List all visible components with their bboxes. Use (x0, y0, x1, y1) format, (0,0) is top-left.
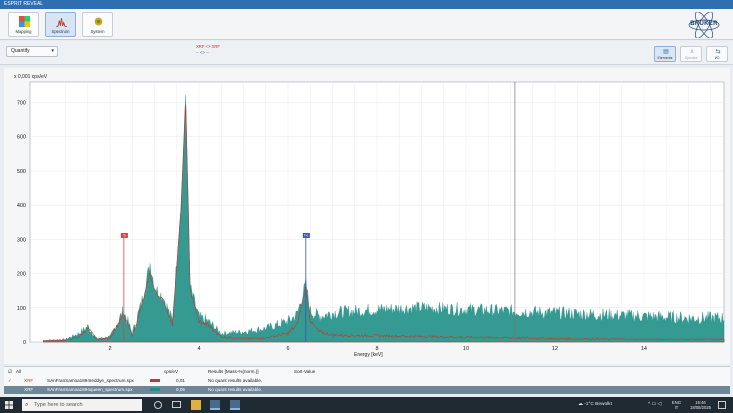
row-value: 0,01 (176, 378, 185, 383)
results-panel: ☑ All cps/eV Results [Mass-%(norm.)] Sor… (4, 366, 730, 394)
esprit-window-icon[interactable] (230, 400, 240, 410)
spectrum-label: Spectrum (51, 29, 70, 34)
mapping-icon (19, 16, 30, 27)
x-tick-label: 2 (109, 346, 112, 352)
elements-button[interactable]: ▤ Elements (654, 46, 676, 62)
quantify-dropdown[interactable]: Quantify ▾ (6, 46, 58, 57)
windows-start-icon[interactable] (5, 401, 13, 409)
taskbar-search-box[interactable]: ⌕ Type here to search (22, 399, 142, 411)
system-label: System (90, 29, 105, 34)
search-icon: ⌕ (25, 402, 29, 408)
row-status: No quant results available. (208, 378, 263, 383)
row-filename: SAnFranSamoa1894queen_spectrum.spx (47, 387, 133, 392)
system-button[interactable]: System (82, 12, 113, 37)
spectrum-chart[interactable]: 0 100 200 300 400 500 600 700 2 4 6 8 10 12 14 S Fe x 0,… (4, 68, 730, 364)
esprit-app-icon[interactable] (210, 400, 220, 410)
notification-icon[interactable] (718, 401, 726, 409)
weather-widget[interactable]: ☁ -1°C Bewolkt (578, 397, 612, 413)
spectra-label: Spectra (684, 56, 698, 60)
cps-header[interactable]: cps/eV (164, 368, 178, 376)
y-tick-label: 200 (17, 272, 26, 278)
elements-icon: ▤ (663, 49, 669, 55)
chevron-down-icon: ▾ (51, 48, 54, 54)
row-value: 0,05 (176, 387, 185, 392)
row-type: XRF (24, 387, 34, 392)
quantify-label: Quantify (11, 48, 30, 54)
network-icon: ▭ (651, 402, 657, 407)
y-tick-label: 0 (23, 340, 26, 346)
mapping-label: Mapping (15, 29, 32, 34)
spectrum-legend: XRF <> XRF -- <> -- (196, 44, 220, 56)
io-button[interactable]: ⇆ I/O (706, 46, 728, 62)
y-tick-label: 100 (17, 306, 26, 312)
system-icon (94, 17, 103, 26)
volume-icon: ◁ (657, 402, 662, 407)
x-tick-label: 14 (641, 346, 647, 352)
legend-line-2: -- <> -- (196, 50, 209, 55)
y-tick-label: 700 (17, 101, 26, 107)
result-row[interactable]: ✓ XRF SAnFranSamoa1894reddye_spectrum.sp… (4, 377, 730, 385)
ribbon: Mapping Spectrum System BRUKER (0, 9, 733, 40)
x-tick-label: 10 (463, 346, 469, 352)
element-marker-label: Fe (304, 234, 308, 238)
y-tick-label: 500 (17, 169, 26, 175)
taskbar: ⌕ Type here to search ☁ -1°C Bewolkt ^ ▭… (0, 397, 733, 413)
tray-icons[interactable]: ^ ▭ ◁ (648, 397, 661, 413)
mapping-button[interactable]: Mapping (8, 12, 39, 37)
region-code: IT (674, 405, 679, 410)
results-header: ☑ All cps/eV Results [Mass-%(norm.)] Sor… (4, 368, 730, 376)
spectra-icon: ∧ (689, 49, 695, 55)
x-tick-label: 6 (286, 346, 289, 352)
chevron-up-icon: ^ (648, 402, 651, 407)
weather-icon: ☁ (578, 402, 583, 407)
io-icon: ⇆ (715, 49, 721, 55)
logo-text: BRUKER (690, 21, 718, 27)
task-view-icon[interactable] (172, 401, 181, 408)
input-language[interactable]: ENG IT (672, 400, 681, 410)
row-type: XRF (24, 378, 34, 383)
taskbar-clock[interactable]: 16:46 18/08/2025 (690, 400, 711, 410)
y-tick-label: 300 (17, 237, 26, 243)
x-tick-label: 12 (552, 346, 558, 352)
y-tick-label: 600 (17, 135, 26, 141)
x-tick-label: 4 (198, 346, 201, 352)
all-checkbox[interactable]: ☑ (8, 368, 12, 376)
x-axis-label: Energy [keV] (354, 352, 383, 358)
row-filename: SAnFranSamoa1894reddye_spectrum.spx (47, 378, 134, 383)
search-placeholder: Type here to search (34, 402, 83, 408)
elements-label: Elements (657, 56, 673, 60)
spectrum-plot[interactable]: 01002003004005006007002 4 6 8 10 12 14S Fe (4, 68, 730, 364)
sort-header[interactable]: Sort-Value (294, 368, 315, 376)
spectrum-button[interactable]: Spectrum (45, 12, 76, 37)
file-explorer-icon[interactable] (191, 400, 201, 410)
cortana-icon[interactable] (154, 401, 162, 409)
results-header-label[interactable]: Results [Mass-%(norm.)] (208, 368, 259, 376)
spectrum-icon (56, 18, 67, 27)
row-checkbox[interactable]: ✓ (8, 377, 12, 385)
all-label: All (16, 369, 22, 374)
y-axis-unit: x 0,001 cps/eV (14, 74, 48, 80)
clock-date: 18/08/2025 (690, 405, 711, 410)
io-label: I/O (714, 56, 720, 60)
y-tick-label: 400 (17, 203, 26, 209)
window-title: ESPRIT REVEAL (0, 0, 733, 9)
row-status: No quant results available. (208, 387, 263, 392)
weather-text: -1°C Bewolkt (584, 402, 612, 407)
row-color-swatch (150, 379, 160, 382)
toolbar: Quantify ▾ XRF <> XRF -- <> -- ▤ Element… (0, 41, 733, 65)
row-color-swatch (150, 388, 160, 391)
bruker-logo: BRUKER (687, 11, 721, 39)
result-row[interactable]: XRF SAnFranSamoa1894queen_spectrum.spx 0… (4, 386, 730, 394)
spectra-button[interactable]: ∧ Spectra (680, 46, 702, 62)
